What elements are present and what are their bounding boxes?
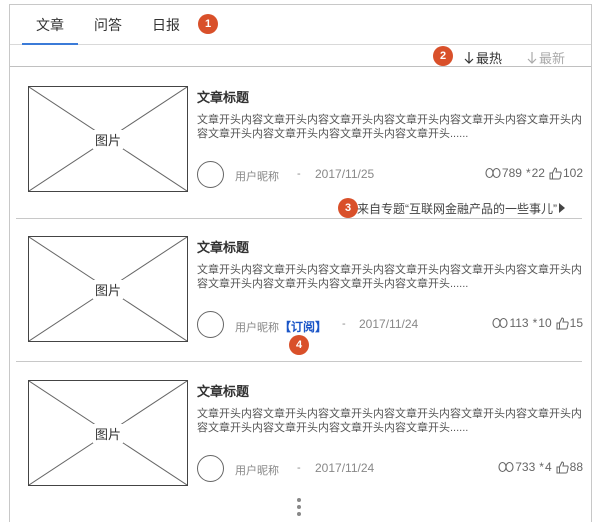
likes-count: 88	[569, 460, 583, 474]
sort-hot-label: 最热	[476, 51, 503, 66]
arrow-down-icon	[527, 51, 537, 64]
thumbs-up-icon	[556, 316, 569, 329]
article-title[interactable]: 文章标题	[197, 87, 249, 106]
star-icon: *	[539, 460, 544, 474]
sort-new-label: 最新	[539, 51, 566, 66]
views-stat: 733	[498, 460, 535, 474]
publish-date: 2017/11/24	[315, 461, 375, 475]
views-stat: 113	[492, 316, 529, 330]
views-icon	[492, 317, 509, 329]
meta-separator: -	[297, 168, 301, 180]
stars-count: 4	[544, 460, 552, 474]
author-nickname[interactable]: 用户昵称	[235, 322, 279, 334]
author-nickname[interactable]: 用户昵称	[235, 462, 279, 478]
star-icon: *	[525, 166, 531, 180]
avatar[interactable]	[197, 311, 224, 338]
article-title[interactable]: 文章标题	[197, 381, 249, 400]
article-stats: 733 * 4 88	[498, 460, 583, 474]
tab-daily[interactable]: 日报	[152, 15, 180, 35]
article-meta: 用户昵称 - 2017/11/25 789 * 22 102	[197, 159, 583, 189]
stars-stat: * 22	[526, 166, 545, 180]
likes-count: 15	[569, 316, 583, 330]
annotation-marker-1: 1	[198, 14, 218, 34]
tab-qa[interactable]: 问答	[94, 15, 122, 35]
likes-stat[interactable]: 88	[556, 460, 583, 474]
meta-separator: -	[342, 318, 346, 330]
thumbnail-label: 图片	[92, 129, 123, 149]
likes-stat[interactable]: 15	[556, 316, 583, 330]
sort-hot-button[interactable]: 最热	[464, 48, 502, 67]
stars-count: 10	[538, 316, 552, 330]
article-stats: 113 * 10 15	[492, 316, 583, 330]
likes-stat[interactable]: 102	[549, 166, 583, 180]
thumbnail-label: 图片	[92, 423, 123, 443]
stars-stat: * 4	[539, 460, 551, 474]
article-thumbnail[interactable]: 图片	[28, 236, 188, 342]
likes-count: 102	[562, 166, 583, 180]
thumbnail-label: 图片	[92, 279, 123, 299]
publish-date: 2017/11/24	[359, 317, 419, 331]
tab-articles[interactable]: 文章	[36, 15, 64, 35]
article-meta: 用户昵称 - 2017/11/24 733 * 4 88	[197, 453, 583, 483]
views-count: 789	[501, 166, 522, 180]
author-nickname[interactable]: 用户昵称	[235, 168, 279, 184]
article-meta: 用户昵称【订阅】 - 2017/11/24 113 * 10 15	[197, 309, 583, 339]
stars-stat: * 10	[533, 316, 552, 330]
views-count: 733	[515, 460, 536, 474]
annotation-marker-3: 3	[338, 198, 358, 218]
vertical-ellipsis-icon[interactable]	[296, 497, 302, 519]
avatar[interactable]	[197, 161, 224, 188]
author-nickname-group: 用户昵称【订阅】	[235, 318, 327, 335]
divider	[16, 218, 582, 219]
thumbs-up-icon	[556, 460, 569, 473]
sort-bar: 2 最热 最新	[10, 45, 591, 67]
article-thumbnail[interactable]: 图片	[28, 86, 188, 192]
views-count: 113	[509, 316, 529, 330]
annotation-marker-4: 4	[289, 335, 309, 355]
star-icon: *	[532, 316, 538, 330]
article-stats: 789 * 22 102	[485, 166, 583, 180]
subscribe-button[interactable]: 【订阅】	[279, 320, 327, 334]
stars-count: 22	[531, 166, 545, 180]
publish-date: 2017/11/25	[315, 167, 375, 181]
article-excerpt: 文章开头内容文章开头内容文章开头内容文章开头内容文章开头内容文章开头内容文章开头…	[197, 408, 582, 434]
sort-new-button[interactable]: 最新	[527, 48, 565, 67]
thumbs-up-icon	[549, 166, 562, 179]
article-excerpt: 文章开头内容文章开头内容文章开头内容文章开头内容文章开头内容文章开头内容文章开头…	[197, 264, 582, 290]
article-feed: 文章 问答 日报 1 2 最热 最新 图片 文章标题 文章开头内容文章开头内容文…	[9, 4, 592, 522]
views-stat: 789	[485, 166, 522, 180]
article-thumbnail[interactable]: 图片	[28, 380, 188, 486]
article-title[interactable]: 文章标题	[197, 237, 249, 256]
caret-right-icon	[559, 203, 565, 213]
divider	[16, 361, 582, 362]
views-icon	[485, 167, 501, 179]
annotation-marker-2: 2	[433, 46, 453, 66]
source-topic[interactable]: 3 来自专题“互联网金融产品的一些事儿”	[10, 198, 591, 218]
avatar[interactable]	[197, 455, 224, 482]
article-excerpt: 文章开头内容文章开头内容文章开头内容文章开头内容文章开头内容文章开头内容文章开头…	[197, 114, 582, 140]
arrow-down-icon	[464, 51, 474, 64]
meta-separator: -	[297, 462, 301, 474]
tab-bar: 文章 问答 日报 1	[10, 5, 591, 45]
source-topic-link[interactable]: 来自专题“互联网金融产品的一些事儿”	[357, 200, 557, 217]
views-icon	[498, 461, 514, 473]
